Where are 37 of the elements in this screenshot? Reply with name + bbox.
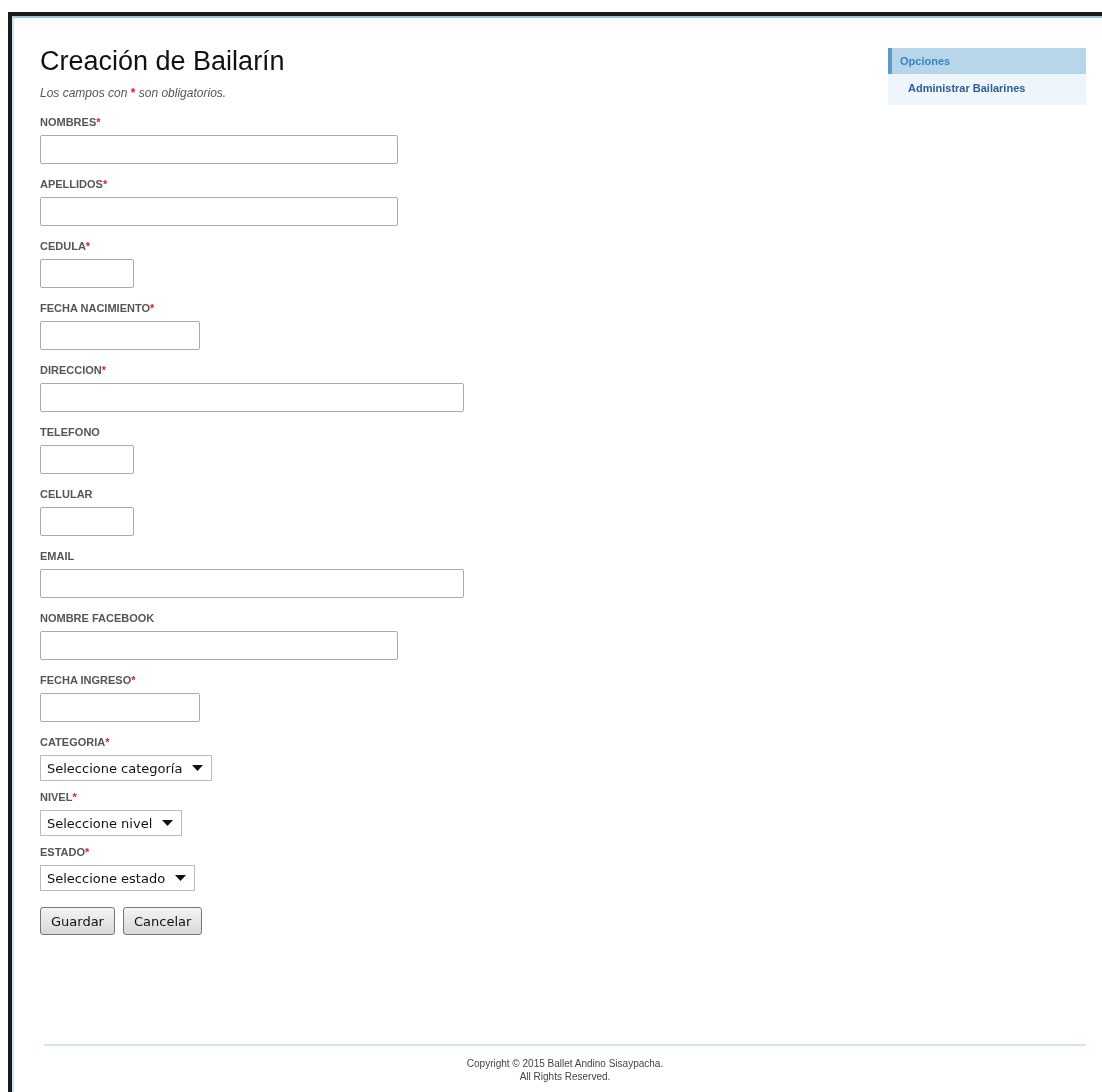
footer-text: Copyright © 2015 Ballet Andino Sisaypacha. (466, 1058, 664, 1069)
field-label: EMAIL (40, 550, 76, 564)
field-label: NOMBRES* (40, 116, 102, 130)
field-label: FECHA INGRESO* (40, 674, 137, 688)
save-button[interactable]: Guardar (40, 907, 115, 935)
field-label: NOMBRE FACEBOOK (40, 612, 156, 626)
field-label: NIVEL* (40, 791, 78, 805)
select-dropdown[interactable]: Seleccione nivel (40, 810, 183, 836)
input-field[interactable] (40, 507, 134, 536)
field-label: APELLIDOS* (40, 178, 109, 192)
input-field[interactable] (40, 693, 200, 722)
required-note: Los campos con * son obligatorios. (40, 86, 228, 100)
sidebar-link[interactable]: Administrar Bailarines (908, 82, 1086, 94)
field-label: CATEGORIA* (40, 736, 111, 750)
field-label: CELULAR (40, 488, 94, 502)
input-field[interactable] (40, 197, 398, 226)
input-field[interactable] (40, 631, 398, 660)
input-field[interactable] (40, 445, 134, 474)
caret-icon (162, 820, 174, 826)
input-field[interactable] (40, 569, 464, 598)
page-title: Creación de Bailarín (40, 45, 286, 78)
select-dropdown[interactable]: Seleccione categoría (40, 755, 213, 781)
field-label: ESTADO* (40, 846, 91, 860)
input-field[interactable] (40, 259, 134, 288)
field-label: DIRECCION* (40, 364, 107, 378)
footer-text: All Rights Reserved. (519, 1071, 611, 1082)
input-field[interactable] (40, 135, 398, 164)
caret-icon (192, 765, 204, 771)
input-field[interactable] (40, 321, 200, 350)
input-field[interactable] (40, 383, 464, 412)
field-label: TELEFONO (40, 426, 101, 440)
select-dropdown[interactable]: Seleccione estado (40, 865, 196, 891)
caret-icon (175, 875, 187, 881)
sidebar-header: Opciones (888, 48, 1086, 74)
cancel-button[interactable]: Cancelar (122, 907, 203, 935)
field-label: FECHA NACIMIENTO* (40, 302, 156, 316)
field-label: CEDULA* (40, 240, 92, 254)
